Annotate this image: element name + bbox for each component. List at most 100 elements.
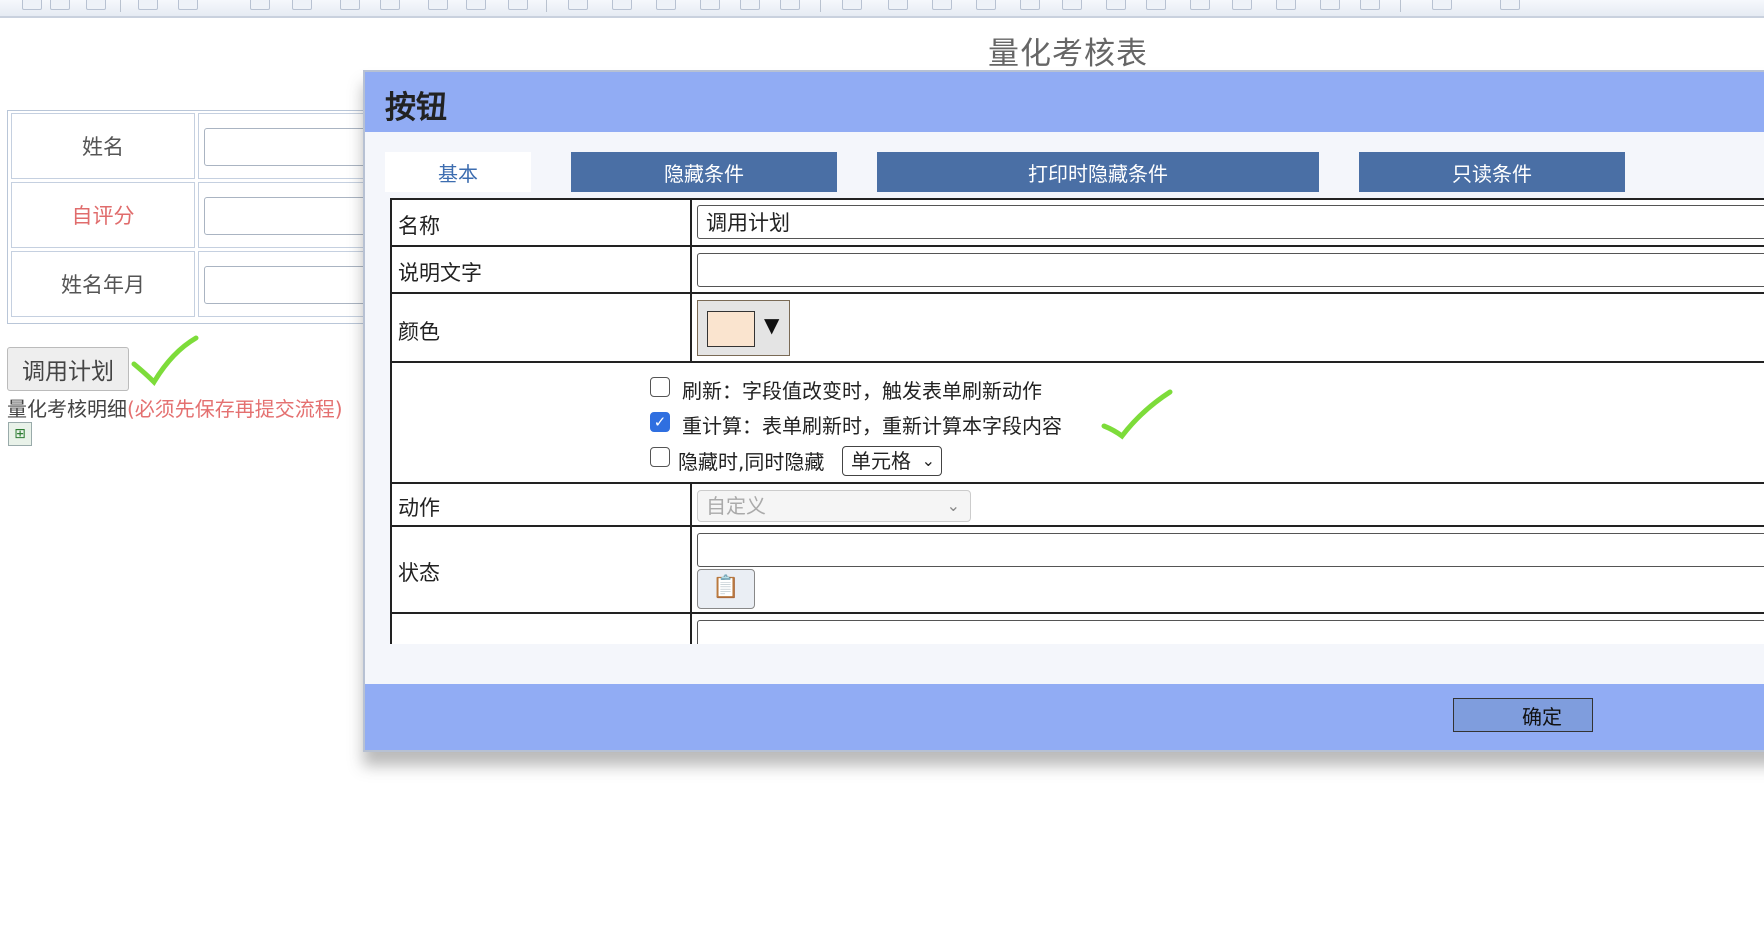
toolbar-button-icon[interactable] [1360,0,1380,10]
tab-readonly-condition[interactable]: 只读条件 [1359,152,1625,192]
color-picker[interactable]: ▼ [697,300,790,356]
button-dialog: 按钮 基本 隐藏条件 打印时隐藏条件 只读条件 名称 调用计划 说明文字 颜色 [363,70,1764,752]
form-row: 姓名 [11,113,396,179]
property-row: 动作 自定义 ⌄ [392,482,1764,526]
toolbar-button-icon[interactable] [50,0,70,10]
chevron-down-icon: ⌄ [921,451,935,470]
toolbar-button-icon[interactable] [976,0,996,10]
toolbar-button-icon[interactable] [508,0,528,10]
field-cell [198,113,396,179]
toolbar-button-icon[interactable] [138,0,158,10]
toolbar-button-icon[interactable] [380,0,400,10]
property-cell: 调用计划 [690,200,1764,246]
recalc-option-label: 重计算：表单刷新时，重新计算本字段内容 [682,414,1062,438]
dialog-header[interactable]: 按钮 [365,72,1764,132]
status-label: 状态 [398,561,440,585]
toolbar-button-icon[interactable] [700,0,720,10]
toolbar-button-icon[interactable] [466,0,486,10]
toolbar-button-icon[interactable] [1190,0,1210,10]
description-field[interactable] [697,253,1764,287]
toolbar-button-icon[interactable] [568,0,588,10]
field-label: 姓名 [11,113,195,179]
toolbar-button-icon[interactable] [86,0,106,10]
property-cell [690,614,1764,644]
toolbar-button-icon[interactable] [1320,0,1340,10]
toolbar-button-icon[interactable] [780,0,800,10]
toolbar-button-icon[interactable] [340,0,360,10]
toolbar-button-icon[interactable] [888,0,908,10]
toolbar-separator [546,0,547,12]
field-label: 自评分 [11,182,195,248]
action-label: 动作 [398,496,440,520]
hide-with-select-value: 单元格 [851,449,911,473]
property-row: 刷新：字段值改变时，触发表单刷新动作 ✓ 重计算：表单刷新时，重新计算本字段内容… [392,361,1764,483]
action-select-value: 自定义 [706,494,766,518]
toolbar-button-icon[interactable] [178,0,198,10]
dialog-footer: 确定 [365,684,1764,750]
toolbar-button-icon[interactable] [428,0,448,10]
clipboard-icon[interactable]: 📋 [697,569,755,609]
ok-button[interactable]: 确定 [1453,698,1593,732]
toolbar-button-icon[interactable] [612,0,632,10]
detail-label: 量化考核明细 [7,397,127,421]
toolbar-button-icon[interactable] [1232,0,1252,10]
field-label: 姓名年月 [11,251,195,317]
page-title: 量化考核表 [988,36,1148,72]
detail-label-line: 量化考核明细(必须先保存再提交流程) [7,393,343,422]
toolbar [0,0,1764,18]
detail-warning: (必须先保存再提交流程) [127,397,343,421]
tab-hide-condition[interactable]: 隐藏条件 [571,152,837,192]
next-field[interactable] [697,620,1764,644]
toolbar-separator [1400,0,1401,12]
toolbar-button-icon[interactable] [1276,0,1296,10]
toolbar-button-icon[interactable] [22,0,42,10]
toolbar-button-icon[interactable] [740,0,760,10]
toolbar-button-icon[interactable] [1062,0,1082,10]
toolbar-button-icon[interactable] [292,0,312,10]
toolbar-button-icon[interactable] [1432,0,1452,10]
status-field[interactable] [697,533,1764,567]
property-table: 名称 调用计划 说明文字 颜色 ▼ 刷新：字段值改变时，触发表单刷新动作 ✓ 重… [390,198,1764,644]
name-field[interactable]: 调用计划 [697,205,1764,239]
property-row: 名称 调用计划 [392,198,1764,246]
toolbar-button-icon[interactable] [1500,0,1520,10]
property-row: 说明文字 [392,245,1764,293]
color-label: 颜色 [398,320,440,344]
toolbar-button-icon[interactable] [250,0,270,10]
tab-bar: 基本 隐藏条件 打印时隐藏条件 只读条件 [385,152,1764,192]
tab-print-hide-condition[interactable]: 打印时隐藏条件 [877,152,1319,192]
hide-with-select[interactable]: 单元格 ⌄ [842,446,942,476]
toolbar-separator [120,0,121,12]
field-cell [198,182,396,248]
hide-with-option-label: 隐藏时,同时隐藏 [678,450,825,474]
hide-with-checkbox[interactable] [650,447,670,467]
toolbar-button-icon[interactable] [656,0,676,10]
form-row: 姓名年月 [11,251,396,317]
field-cell [198,251,396,317]
toolbar-button-icon[interactable] [1020,0,1040,10]
form-row: 自评分 [11,182,396,248]
toolbar-button-icon[interactable] [1146,0,1166,10]
name-label: 名称 [398,214,440,238]
spreadsheet-icon[interactable]: ⊞ [8,422,32,446]
chevron-down-icon: ⌄ [946,496,960,515]
toolbar-button-icon[interactable] [1106,0,1126,10]
toolbar-button-icon[interactable] [932,0,952,10]
plan-button[interactable]: 调用计划 [7,347,129,391]
property-cell: 刷新：字段值改变时，触发表单刷新动作 ✓ 重计算：表单刷新时，重新计算本字段内容… [650,363,1764,483]
description-label: 说明文字 [398,261,482,285]
check-annotation-icon [1101,389,1173,440]
color-swatch [707,311,755,347]
refresh-option-label: 刷新：字段值改变时，触发表单刷新动作 [682,379,1042,403]
check-annotation-icon [131,335,199,387]
action-select: 自定义 ⌄ [697,490,971,522]
toolbar-separator [820,0,821,12]
recalc-checkbox[interactable]: ✓ [650,412,670,432]
property-row: 状态 📋 [392,525,1764,613]
property-cell [690,247,1764,293]
toolbar-button-icon[interactable] [842,0,862,10]
property-cell: ▼ [690,294,1764,362]
property-row: 颜色 ▼ [392,292,1764,362]
tab-basic[interactable]: 基本 [385,152,531,192]
refresh-checkbox[interactable] [650,377,670,397]
